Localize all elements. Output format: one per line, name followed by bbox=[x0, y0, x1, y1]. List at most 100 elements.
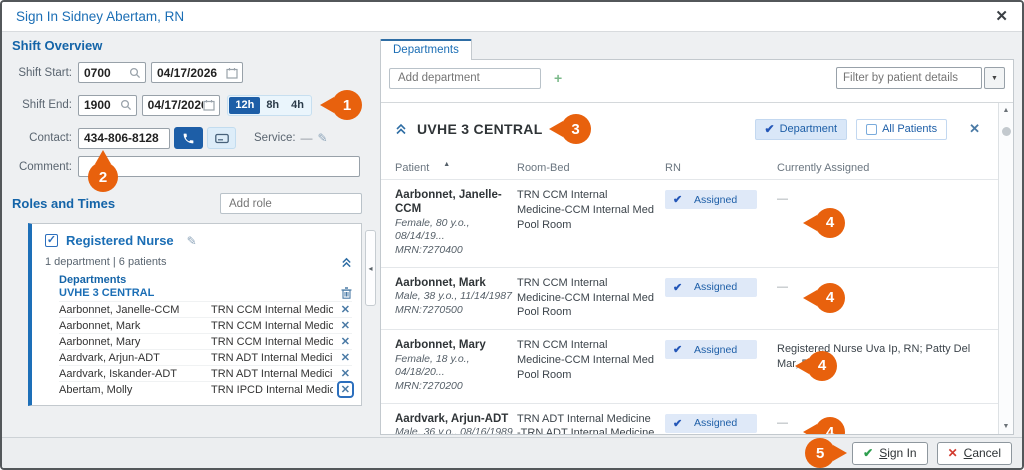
add-department-plus-icon[interactable]: + bbox=[554, 71, 562, 85]
remove-patient-x-icon[interactable]: ✕ bbox=[339, 319, 352, 332]
check-icon: ✔ bbox=[673, 193, 682, 206]
duration-4h-button[interactable]: 4h bbox=[285, 97, 310, 114]
shift-end-time-value[interactable] bbox=[84, 98, 120, 112]
scroll-down-icon[interactable]: ▼ bbox=[1003, 423, 1010, 430]
edit-service-pencil-icon[interactable]: ✎ bbox=[318, 131, 328, 145]
shift-start-time-input[interactable] bbox=[78, 62, 146, 83]
cancel-button[interactable]: ✕ Cancel bbox=[937, 442, 1012, 465]
duration-8h-button[interactable]: 8h bbox=[260, 97, 285, 114]
assigned-button[interactable]: ✔Assigned bbox=[665, 340, 757, 359]
assigned-button[interactable]: ✔Assigned bbox=[665, 278, 757, 297]
department-toggle-button[interactable]: ✔ Department bbox=[755, 119, 848, 140]
dialog-close-icon[interactable]: ✕ bbox=[995, 9, 1008, 24]
patient-table-row: Aarbonnet, Janelle-CCM Female, 80 y.o., … bbox=[381, 179, 998, 267]
department-patient-list: UVHE 3 CENTRAL 3 ✔ Department All Patien… bbox=[381, 102, 1013, 434]
pager-icon bbox=[215, 133, 229, 144]
role-patient-row: Aarbonnet, Janelle-CCM TRN CCM Internal … bbox=[59, 301, 352, 317]
remove-patient-x-icon[interactable]: ✕ bbox=[339, 335, 352, 348]
patient-table-row: Aarbonnet, Mark Male, 38 y.o., 11/14/198… bbox=[381, 267, 998, 330]
panel-collapse-handle[interactable]: ◂ bbox=[365, 230, 376, 306]
role-checkbox[interactable]: ✓ bbox=[45, 234, 58, 247]
collapse-chevrons-icon[interactable] bbox=[341, 257, 352, 268]
scroll-up-icon[interactable]: ▲ bbox=[1003, 107, 1010, 114]
remove-patient-x-icon[interactable]: ✕ bbox=[339, 367, 352, 380]
remove-patient-x-icon[interactable]: ✕ bbox=[339, 351, 352, 364]
add-department-field[interactable] bbox=[396, 71, 554, 85]
comment-value[interactable] bbox=[84, 160, 355, 174]
column-rn[interactable]: RN bbox=[665, 162, 777, 174]
department-row: UVHE 3 CENTRAL bbox=[59, 287, 352, 299]
add-department-input[interactable]: + bbox=[389, 68, 541, 89]
patient-room: TRN CCM Internal Medicine-C... bbox=[211, 320, 333, 332]
vertical-scrollbar[interactable]: ▲ ▼ bbox=[998, 103, 1013, 434]
patient-name: Abertam, Molly bbox=[59, 384, 211, 396]
shift-start-date-input[interactable] bbox=[151, 62, 243, 83]
patient-room: TRN ADT Internal Medicine -T... bbox=[211, 368, 333, 380]
all-patients-toggle-button[interactable]: All Patients bbox=[856, 119, 947, 140]
department-section-header: UVHE 3 CENTRAL 3 ✔ Department All Patien… bbox=[381, 103, 998, 148]
column-patient[interactable]: Patient▲ bbox=[395, 162, 517, 174]
sign-in-dialog: Sign In Sidney Abertam, RN ✕ Shift Overv… bbox=[0, 0, 1024, 470]
delete-department-trash-icon[interactable] bbox=[341, 287, 352, 299]
patient-name: Aarbonnet, Mary bbox=[59, 336, 211, 348]
callout-4: 4 bbox=[815, 208, 845, 238]
tab-departments[interactable]: Departments bbox=[380, 39, 472, 60]
shift-start-label: Shift Start: bbox=[12, 67, 72, 79]
role-patient-row: Aarbonnet, Mary TRN CCM Internal Medicin… bbox=[59, 333, 352, 349]
column-room-bed[interactable]: Room-Bed bbox=[517, 162, 665, 174]
patient-room: TRN ADT Internal Medicine -T... bbox=[211, 352, 333, 364]
patient-cell: Aarbonnet, Mark Male, 38 y.o., 11/14/198… bbox=[395, 276, 517, 321]
edit-role-pencil-icon[interactable]: ✎ bbox=[187, 234, 197, 248]
shift-start-time-value[interactable] bbox=[84, 66, 129, 80]
patient-demographics: Male, 38 y.o., 11/14/1987 bbox=[395, 290, 517, 304]
comment-input[interactable] bbox=[78, 156, 360, 177]
sign-in-button[interactable]: ✔ Sign In bbox=[852, 442, 927, 465]
department-link[interactable]: UVHE 3 CENTRAL bbox=[59, 287, 154, 299]
shift-end-time-input[interactable] bbox=[78, 95, 137, 116]
departments-panel: Departments + ▼ UVHE 3 CENTRAL 3 bbox=[380, 39, 1014, 435]
dialog-titlebar: Sign In Sidney Abertam, RN ✕ bbox=[2, 2, 1022, 32]
contact-value[interactable] bbox=[84, 131, 165, 145]
patient-name: Aarbonnet, Mark bbox=[59, 320, 211, 332]
column-currently-assigned[interactable]: Currently Assigned bbox=[777, 162, 984, 174]
patient-demographics: Female, 80 y.o., 08/14/19... bbox=[395, 217, 517, 244]
callout-5: 5 bbox=[805, 438, 835, 468]
departments-controls: + ▼ bbox=[381, 60, 1013, 95]
remove-patient-x-icon-focused[interactable]: ✕ bbox=[339, 383, 352, 396]
remove-department-x-icon[interactable]: ✕ bbox=[969, 121, 980, 137]
patient-name: Aarbonnet, Janelle-CCM bbox=[59, 304, 211, 316]
remove-patient-x-icon[interactable]: ✕ bbox=[339, 303, 352, 316]
duration-12h-button[interactable]: 12h bbox=[229, 97, 260, 114]
role-name: Registered Nurse bbox=[66, 233, 174, 248]
assigned-button[interactable]: ✔Assigned bbox=[665, 190, 757, 209]
check-icon: ✔ bbox=[863, 446, 873, 460]
check-icon: ✔ bbox=[673, 343, 682, 356]
shift-end-row: Shift End: 12h 8h 4h 1 bbox=[12, 90, 362, 120]
assigned-button[interactable]: ✔Assigned bbox=[665, 414, 757, 433]
patient-name: Aardvark, Arjun-ADT bbox=[59, 352, 211, 364]
pager-button[interactable] bbox=[207, 127, 236, 149]
time-lookup-icon[interactable] bbox=[120, 99, 132, 111]
scrollbar-thumb[interactable] bbox=[1002, 127, 1011, 136]
shift-start-date-value[interactable] bbox=[157, 66, 226, 80]
dialog-footer: 5 ✔ Sign In ✕ Cancel bbox=[2, 437, 1022, 468]
shift-end-date-input[interactable] bbox=[142, 95, 221, 116]
filter-patient-input[interactable] bbox=[836, 67, 982, 89]
add-role-input[interactable]: + bbox=[220, 193, 362, 214]
contact-input[interactable] bbox=[78, 128, 170, 149]
collapse-left-triangle-icon: ◂ bbox=[368, 264, 372, 273]
shift-end-date-value[interactable] bbox=[148, 98, 204, 112]
calendar-icon[interactable] bbox=[226, 67, 238, 79]
departments-tab-content: + ▼ UVHE 3 CENTRAL 3 ✔ Department bbox=[380, 59, 1014, 435]
room-bed-cell: TRN CCM Internal Medicine-CCM Internal M… bbox=[517, 276, 665, 321]
filter-dropdown-button[interactable]: ▼ bbox=[984, 67, 1005, 89]
patient-name: Aardvark, Arjun-ADT bbox=[395, 412, 517, 426]
phone-button[interactable] bbox=[174, 127, 203, 149]
collapse-chevrons-icon[interactable] bbox=[395, 123, 407, 135]
add-role-field[interactable] bbox=[227, 197, 385, 211]
registered-nurse-role-card: ✓ Registered Nurse ✎ 1 department | 6 pa… bbox=[28, 223, 362, 406]
callout-3: 3 bbox=[561, 114, 591, 144]
calendar-icon[interactable] bbox=[203, 99, 215, 111]
shift-overview-panel: Shift Overview Shift Start: Shift End: bbox=[12, 38, 362, 406]
time-lookup-icon[interactable] bbox=[129, 67, 141, 79]
